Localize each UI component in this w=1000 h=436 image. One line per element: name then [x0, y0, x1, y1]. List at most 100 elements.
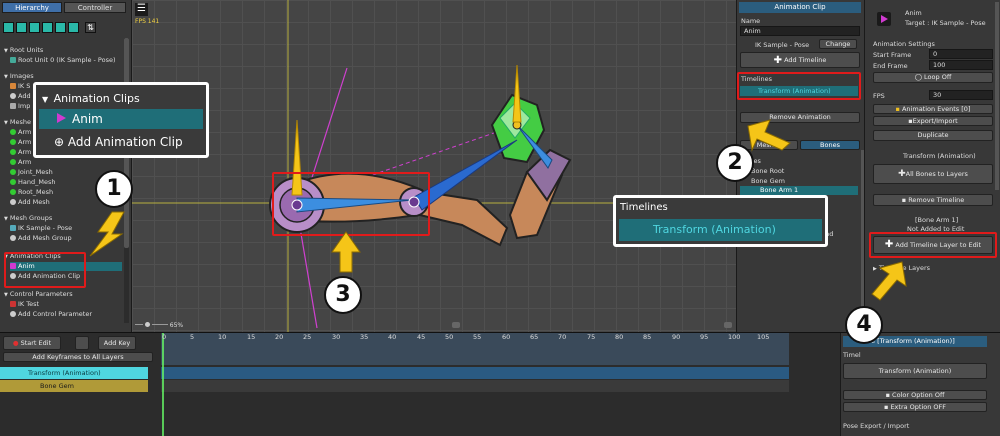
extra-icon: ▪ [883, 403, 889, 411]
tree-item-add-image[interactable]: Add [10, 92, 31, 101]
tab-controller[interactable]: Controller [64, 2, 126, 13]
selected-bone: [Bone Arm 1] [915, 216, 959, 224]
timeline-panel: ● Start Edit Add Key Add Keyframes to Al… [0, 332, 1000, 436]
animation-events-button[interactable]: ▪ Animation Events [0] [873, 104, 993, 114]
target-label: IK Sample - Pose [755, 41, 810, 49]
tool-param-icon[interactable] [68, 22, 79, 33]
pose-export-label: Pose Export / Import [843, 422, 910, 430]
inspector-scrollbar[interactable] [995, 2, 999, 190]
viewport-scroll-handle[interactable] [452, 322, 460, 328]
tick-label: 0 [162, 333, 167, 341]
sort-icon[interactable]: ⇅ [85, 22, 96, 33]
tool-group-icon[interactable] [29, 22, 40, 33]
tree-header-root-units[interactable]: ▼ Root Units [4, 46, 43, 55]
callout-add-clip: ⊕ Add Animation Clip [54, 135, 183, 149]
tree-item-mesh[interactable]: Joint_Mesh [10, 168, 53, 177]
rig-canvas [132, 0, 736, 332]
remove-timeline-button[interactable]: ▪ Remove Timeline [873, 194, 993, 206]
tab-hierarchy[interactable]: Hierarchy [2, 2, 62, 13]
timeline-select-button[interactable]: Transform (Animation) [843, 363, 987, 379]
tool-image-icon[interactable] [16, 22, 27, 33]
fps-label: FPS [873, 92, 885, 100]
tick-label: 45 [417, 333, 426, 341]
tree-header-mesh-groups[interactable]: ▼ Mesh Groups [4, 214, 52, 223]
add-timeline-button[interactable]: ✚ Add Timeline [740, 52, 860, 68]
tick-label: 5 [190, 333, 195, 341]
tab-bones[interactable]: Bones [800, 140, 860, 150]
tree-item-image[interactable]: IK S [10, 82, 30, 91]
key-mode-icon[interactable] [75, 336, 89, 350]
change-button[interactable]: Change [819, 39, 857, 49]
step-2-badge: 2 [716, 144, 754, 182]
add-icon: ✚ [898, 169, 906, 179]
clip-name: Anim [905, 9, 922, 17]
bone-gem-item[interactable]: Bone Gem [751, 177, 785, 185]
bone-arm-item[interactable]: Bone Arm 1 [740, 186, 858, 195]
tool-bone-icon[interactable] [42, 22, 53, 33]
callout-animation-clips: ▼ Animation Clips Anim ⊕ Add Animation C… [33, 82, 209, 158]
tool-mesh-icon[interactable] [3, 22, 14, 33]
tree-item-mesh[interactable]: Hand_Mesh [10, 178, 55, 187]
tree-item-add-mesh-group[interactable]: Add Mesh Group [10, 234, 72, 243]
tree-item-ik-test[interactable]: IK Test [10, 300, 39, 309]
tree-item-mesh[interactable]: Root_Mesh [10, 188, 53, 197]
viewport-scroll-handle[interactable] [724, 322, 732, 328]
extra-option-button[interactable]: ▪ Extra Option OFF [843, 402, 987, 412]
zoom-control[interactable]: 65% [135, 322, 183, 329]
tree-item-root-unit[interactable]: Root Unit 0 (IK Sample - Pose) [10, 56, 116, 65]
step-1-badge: 1 [95, 170, 133, 208]
color-option-button[interactable]: ▪ Color Option Off [843, 390, 987, 400]
clip-target: Target : IK Sample - Pose [905, 19, 986, 27]
end-frame-field[interactable]: 100 [929, 60, 993, 70]
tree-item-import[interactable]: Imp [10, 102, 30, 111]
animation-clip-panel: Animation Clip Name Anim IK Sample - Pos… [736, 0, 864, 332]
add-key-button[interactable]: Add Key [98, 336, 136, 350]
all-bones-to-layers-button[interactable]: ✚All Bones to Layers [873, 164, 993, 184]
name-field[interactable]: Anim [740, 26, 860, 36]
tree-item-mesh[interactable]: Arm [10, 148, 31, 157]
track-bone-gem[interactable]: Bone Gem [0, 380, 148, 392]
tree-header-control-parameters[interactable]: ▼ Control Parameters [4, 290, 73, 299]
tree-item-mesh[interactable]: Arm [10, 138, 31, 147]
add-circle-icon: ⊕ [54, 135, 65, 149]
loop-icon: ◯ [914, 73, 922, 81]
tab-meshes[interactable]: Meshes [740, 140, 798, 150]
tree-header-meshes[interactable]: ▼ Meshe [4, 118, 31, 127]
track-timeline[interactable]: Transform (Animation) [0, 367, 148, 379]
tool-anim-icon[interactable] [55, 22, 66, 33]
highlight-box-1 [4, 252, 86, 288]
start-edit-button[interactable]: ● Start Edit [3, 336, 61, 350]
tree-header-images[interactable]: ▼ Images [4, 72, 34, 81]
remove-animation-button[interactable]: Remove Animation [740, 112, 860, 123]
callout-timelines-header: Timelines [620, 202, 668, 213]
tree-item-add-control-parameter[interactable]: Add Control Parameter [10, 310, 92, 319]
viewport[interactable]: ☰ FPS 141 65% [132, 0, 736, 332]
add-keyframes-all-button[interactable]: Add Keyframes to All Layers [3, 352, 153, 362]
start-frame-field[interactable]: 0 [929, 49, 993, 59]
highlight-box-4 [869, 232, 997, 258]
tree-item-mesh[interactable]: Arm [10, 128, 31, 137]
duplicate-button[interactable]: Duplicate [873, 130, 993, 141]
fps-field[interactable]: 30 [929, 90, 993, 100]
highlight-box-2 [737, 72, 861, 100]
timeline-ruler[interactable] [155, 333, 835, 436]
tick-label: 95 [700, 333, 709, 341]
loop-toggle[interactable]: ◯ Loop Off [873, 72, 993, 83]
ruler-labels: 0 5 10 15 20 25 30 35 40 45 50 55 60 65 … [162, 333, 790, 342]
anim-clip-icon [877, 12, 891, 26]
tree-item-mesh-group[interactable]: IK Sample - Pose [10, 224, 72, 233]
export-import-button[interactable]: ▪Export/Import [873, 116, 993, 126]
step-3-badge: 3 [324, 276, 362, 314]
step-4-badge: 4 [845, 306, 883, 344]
tick-label: 80 [615, 333, 624, 341]
panel-title: Animation Clip [739, 2, 861, 13]
callout-timeline-item: Transform (Animation) [619, 219, 822, 241]
add-icon: ✚ [773, 55, 782, 66]
bone-root-item[interactable]: Bone Root [751, 167, 784, 175]
timeline-layers-foldout[interactable]: ▶ Timeline Layers [873, 264, 930, 272]
tree-item-mesh[interactable]: Arm [10, 158, 31, 167]
tree-item-add-mesh[interactable]: Add Mesh [10, 198, 50, 207]
tick-label: 15 [247, 333, 256, 341]
end-frame-label: End Frame [873, 62, 908, 70]
tick-label: 90 [672, 333, 681, 341]
